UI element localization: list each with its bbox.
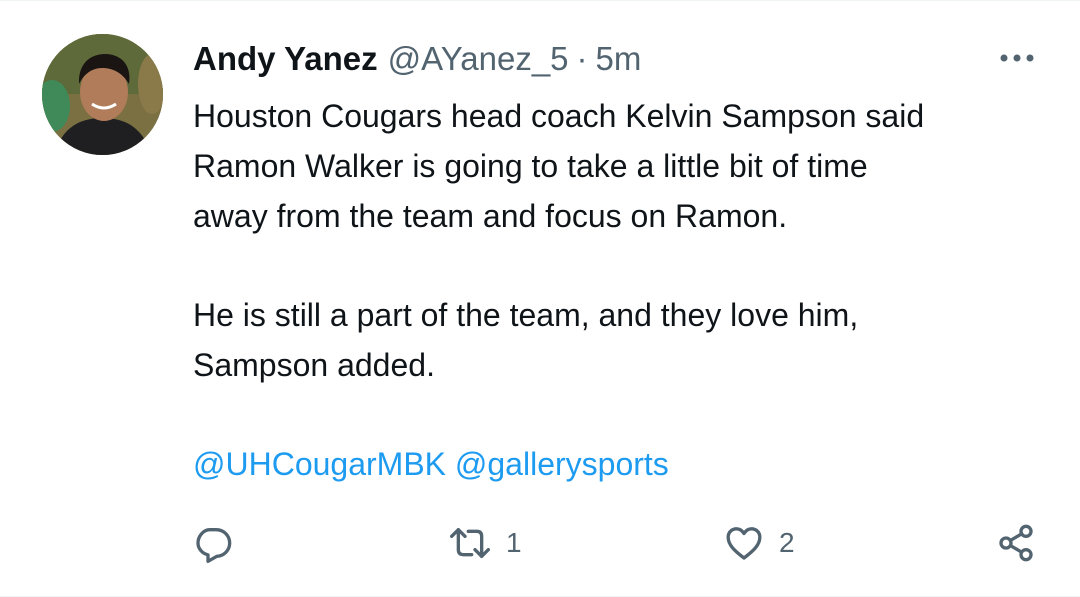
more-options-button[interactable] (994, 43, 1040, 73)
share-button[interactable] (996, 521, 1036, 565)
heart-icon (726, 527, 762, 560)
retweet-count: 1 (506, 527, 522, 558)
user-handle[interactable]: @AYanez_5 (388, 39, 569, 79)
tweet-header: Andy Yanez @AYanez_5 · 5m (193, 39, 641, 79)
mentions-line: @UHCougarMBK @gallerysports (193, 439, 1053, 489)
like-count: 2 (779, 527, 795, 558)
share-icon (999, 524, 1033, 562)
user-avatar-icon (42, 34, 163, 155)
tweet-text: Houston Cougars head coach Kelvin Sampso… (193, 91, 1053, 489)
timestamp[interactable]: 5m (596, 39, 642, 79)
tweet-actions: 1 2 (193, 521, 1043, 565)
separator-dot: · (576, 40, 588, 77)
reply-button[interactable] (193, 521, 233, 565)
retweet-button[interactable]: 1 (448, 521, 522, 565)
tweet-paragraph: Houston Cougars head coach Kelvin Sampso… (193, 98, 925, 234)
more-icon (1000, 54, 1034, 62)
mention-link[interactable]: @UHCougarMBK (193, 446, 446, 482)
avatar[interactable] (42, 34, 163, 155)
tweet-paragraph: He is still a part of the team, and they… (193, 297, 859, 383)
tweet-card[interactable]: Andy Yanez @AYanez_5 · 5m Houston Cougar… (0, 0, 1080, 597)
display-name[interactable]: Andy Yanez (193, 39, 378, 79)
mention-link[interactable]: @gallerysports (455, 446, 669, 482)
reply-icon (196, 528, 232, 563)
like-button[interactable]: 2 (723, 521, 795, 565)
retweet-icon (449, 528, 490, 558)
